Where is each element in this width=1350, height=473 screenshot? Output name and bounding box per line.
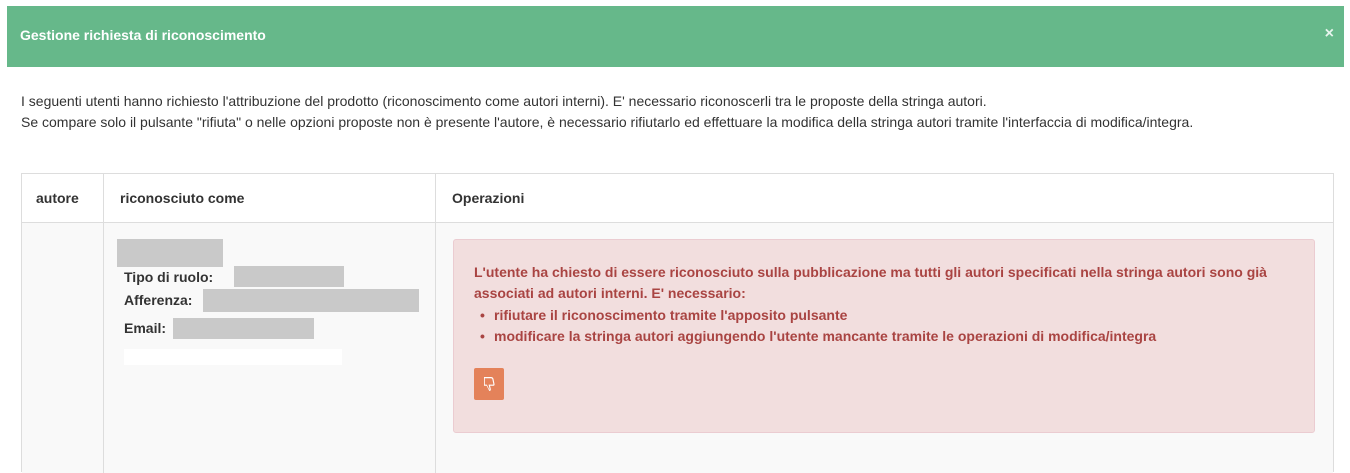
- tipo-ruolo-label: Tipo di ruolo:: [124, 269, 214, 285]
- redacted-tipo-ruolo: [234, 266, 344, 287]
- alert-list: rifiutare il riconoscimento tramite l'ap…: [480, 305, 1156, 347]
- column-header-autore: autore: [22, 174, 104, 222]
- reject-button[interactable]: [474, 368, 504, 400]
- table-row: Tipo di ruolo: Afferenza: Email: L'utent…: [22, 223, 1333, 473]
- redacted-afferenza: [203, 289, 419, 312]
- close-icon[interactable]: ×: [1325, 26, 1334, 42]
- alert-message: L'utente ha chiesto di essere riconosciu…: [474, 264, 1267, 301]
- cell-operazioni: L'utente ha chiesto di essere riconosciu…: [436, 223, 1333, 473]
- modal-header: Gestione richiesta di riconoscimento ×: [7, 6, 1344, 67]
- column-header-riconosciuto-come: riconosciuto come: [104, 174, 436, 222]
- requests-table: autore riconosciuto come Operazioni Tipo…: [21, 173, 1334, 473]
- redacted-name: [117, 239, 223, 267]
- email-label: Email:: [124, 320, 167, 336]
- alert-item-rifiutare: rifiutare il riconoscimento tramite l'ap…: [480, 305, 1156, 326]
- redacted-extra: [124, 349, 342, 365]
- modal-title: Gestione richiesta di riconoscimento: [20, 27, 266, 43]
- column-header-operazioni: Operazioni: [452, 190, 525, 206]
- alert-item-modificare: modificare la stringa autori aggiungendo…: [480, 326, 1156, 347]
- afferenza-label: Afferenza:: [124, 292, 193, 308]
- intro-line-1: I seguenti utenti hanno richiesto l'attr…: [21, 93, 987, 109]
- table-header-row: autore riconosciuto come Operazioni: [22, 174, 1333, 223]
- cell-autore: [22, 223, 104, 473]
- warning-alert: L'utente ha chiesto di essere riconosciu…: [453, 239, 1315, 433]
- intro-line-2: Se compare solo il pulsante "rifiuta" o …: [21, 114, 1194, 130]
- intro-text: I seguenti utenti hanno richiesto l'attr…: [21, 91, 1321, 133]
- cell-riconosciuto-come: Tipo di ruolo: Afferenza: Email:: [104, 223, 436, 473]
- thumbs-down-icon: [484, 377, 495, 391]
- redacted-email: [173, 318, 314, 339]
